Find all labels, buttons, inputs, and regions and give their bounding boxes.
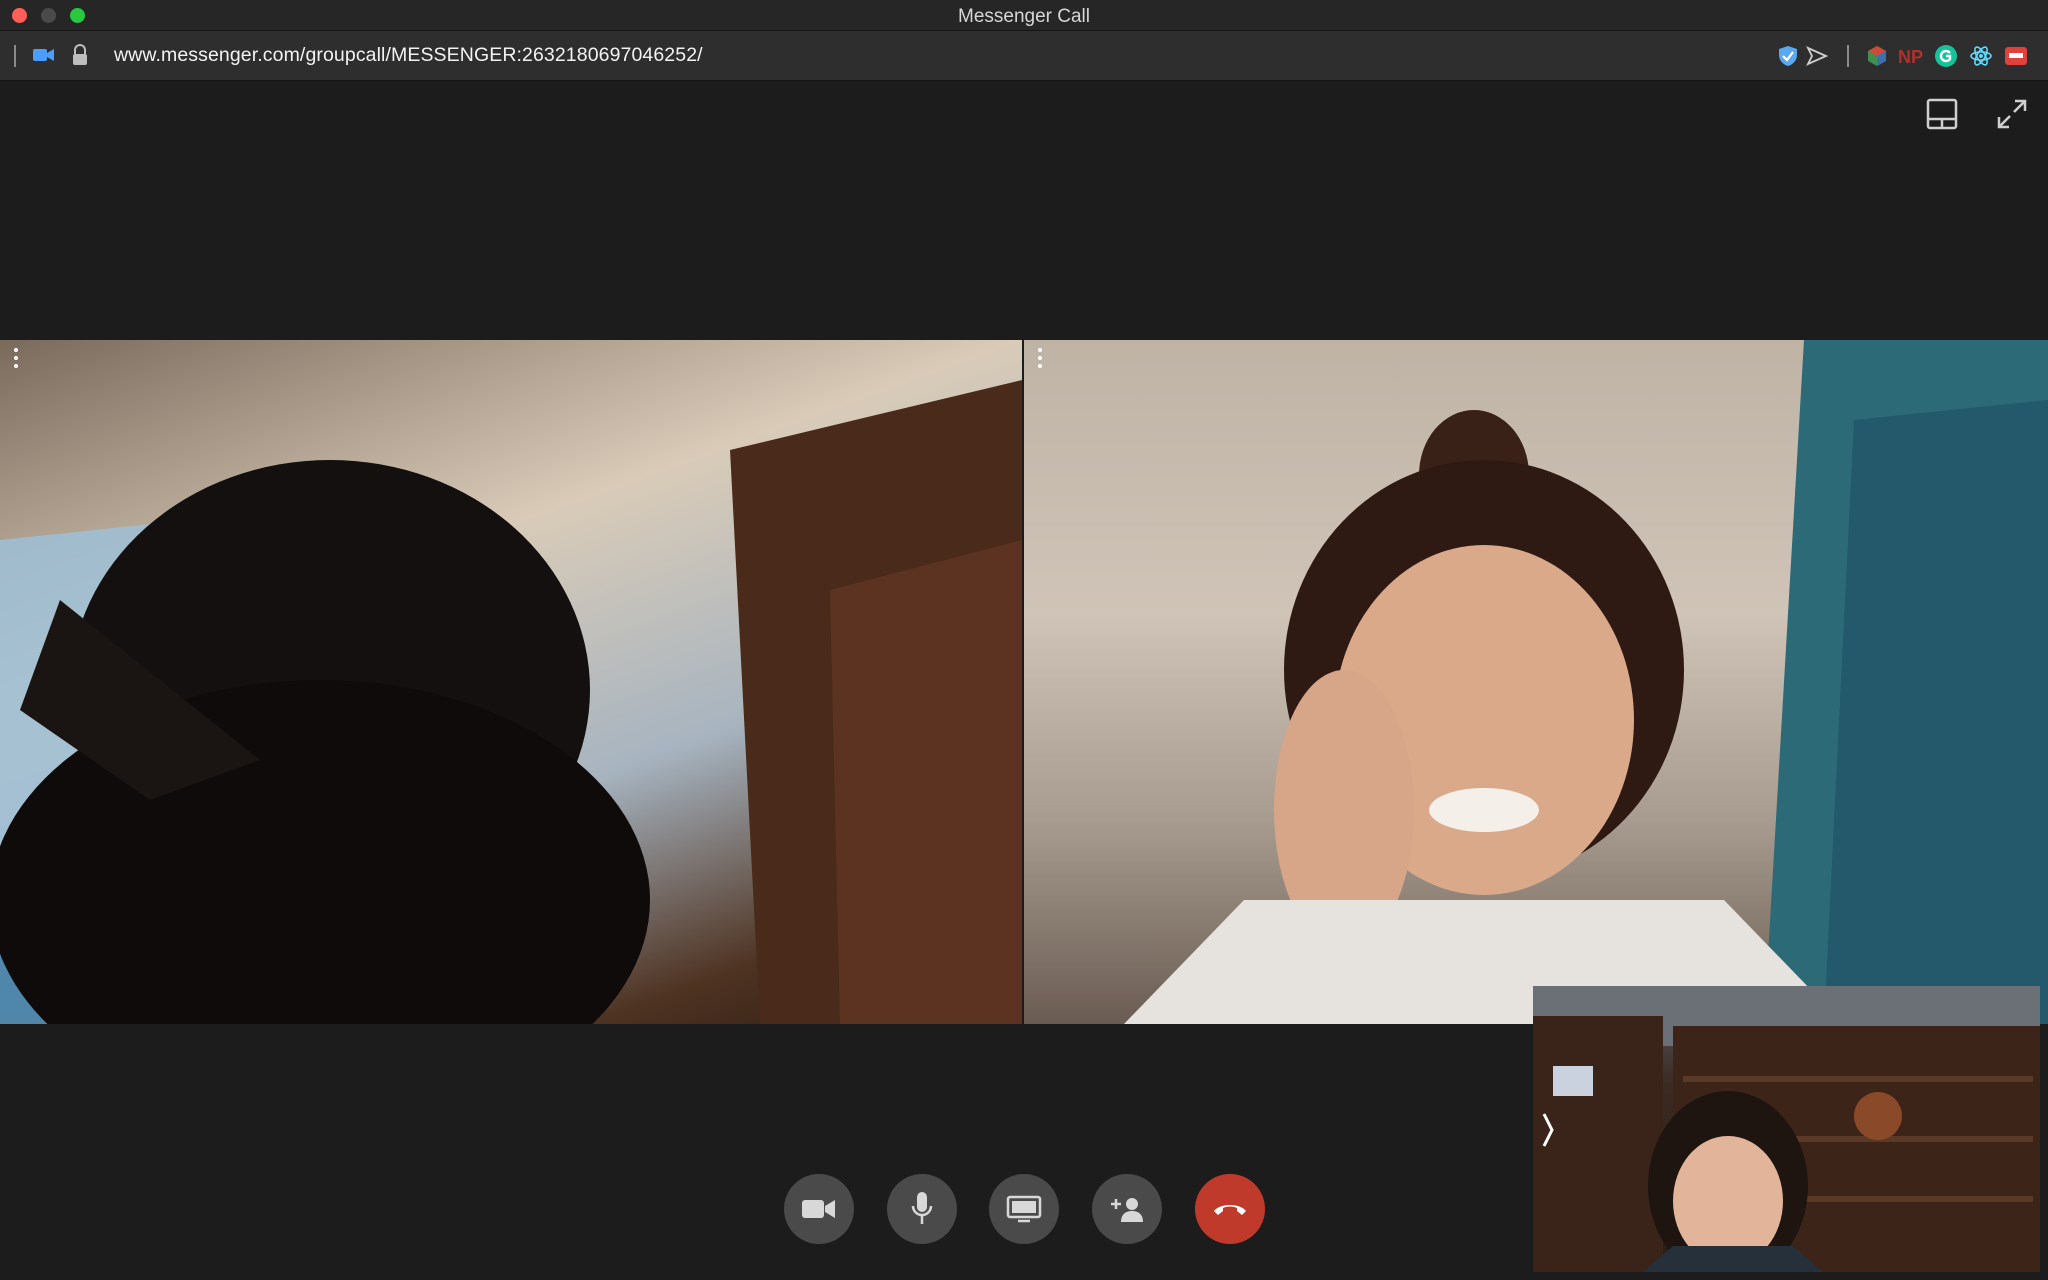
chevron-right-icon[interactable] (1541, 1110, 1555, 1150)
mic-toggle-button[interactable] (887, 1174, 957, 1244)
participant-video-right[interactable] (1024, 340, 2048, 1024)
participant-menu-button[interactable] (11, 348, 21, 372)
self-view-video[interactable] (1533, 986, 2040, 1272)
add-person-icon (1111, 1198, 1143, 1222)
video-frame-left (0, 380, 1022, 1024)
fullscreen-icon[interactable] (1996, 98, 2028, 130)
lock-icon[interactable] (72, 44, 88, 66)
hang-up-icon (1214, 1205, 1246, 1215)
participant-menu-button[interactable] (1035, 348, 1045, 372)
grammarly-icon[interactable] (1934, 44, 1958, 68)
camera-permission-icon[interactable] (32, 47, 56, 63)
end-call-button[interactable] (1195, 1174, 1265, 1244)
address-bar: www.messenger.com/groupcall/MESSENGER:26… (0, 31, 2048, 81)
toolbar-divider (14, 45, 16, 67)
cube-icon[interactable] (1866, 45, 1888, 67)
participant-video-left[interactable] (0, 340, 1022, 1024)
call-stage (0, 82, 2048, 1280)
layout-toggle-icon[interactable] (1926, 98, 1958, 130)
screen-share-button[interactable] (989, 1174, 1059, 1244)
add-person-button[interactable] (1092, 1174, 1162, 1244)
red-tag-icon[interactable] (2004, 44, 2028, 68)
np-icon[interactable]: NP (1898, 46, 1924, 66)
microphone-icon (911, 1192, 933, 1224)
video-toggle-button[interactable] (784, 1174, 854, 1244)
send-icon[interactable] (1806, 46, 1828, 66)
url-field[interactable]: www.messenger.com/groupcall/MESSENGER:26… (114, 44, 703, 67)
video-frame-right (1124, 340, 2048, 1024)
self-view-frame (1533, 986, 2040, 1272)
toolbar-divider (1847, 45, 1849, 67)
title-bar: Messenger Call (0, 0, 2048, 31)
video-camera-icon (802, 1200, 835, 1218)
window-title: Messenger Call (958, 6, 1090, 27)
react-icon[interactable] (1969, 44, 1993, 68)
monitor-icon (1006, 1195, 1042, 1223)
svg-text:NP: NP (1898, 47, 1923, 66)
shield-check-icon[interactable] (1778, 45, 1798, 67)
